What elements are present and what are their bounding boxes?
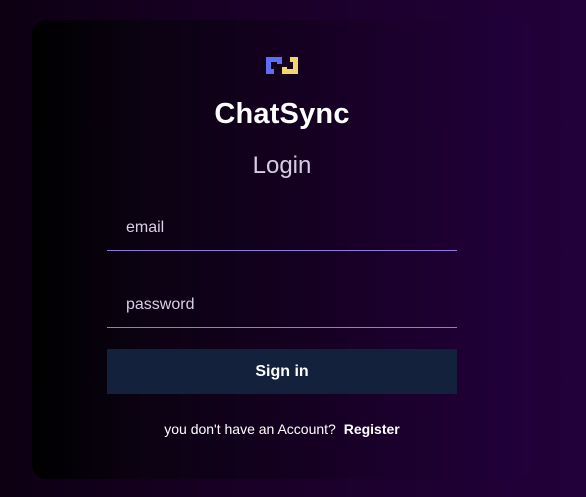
brand-title: ChatSync [214, 98, 350, 130]
email-field[interactable] [107, 205, 457, 251]
register-prompt: you don't have an Account? Register [32, 421, 532, 437]
chat-link-icon [263, 53, 301, 78]
register-prompt-text: you don't have an Account? [164, 421, 336, 437]
password-field[interactable] [107, 282, 457, 328]
login-heading: Login [252, 152, 312, 179]
login-card: ChatSync Login Sign in you don't have an… [32, 20, 532, 479]
sign-in-button[interactable]: Sign in [107, 349, 457, 394]
register-link[interactable]: Register [344, 421, 400, 437]
